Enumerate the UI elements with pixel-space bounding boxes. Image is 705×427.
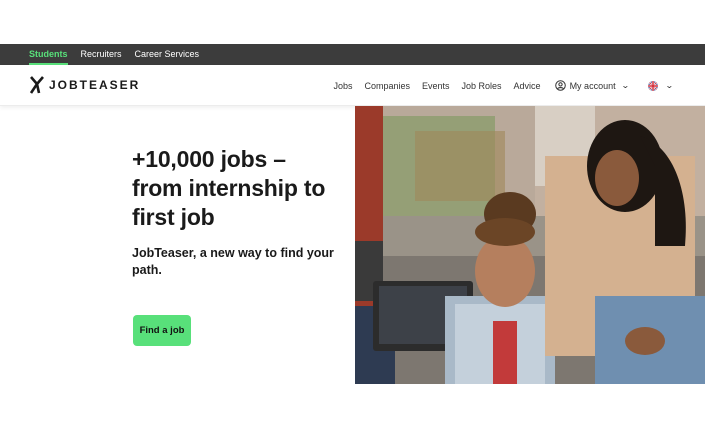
primary-nav: Jobs Companies Events Job Roles Advice M… — [333, 65, 675, 106]
nav-link-job-roles[interactable]: Job Roles — [462, 81, 502, 91]
main-header: JOBTEASER Jobs Companies Events Job Role… — [0, 65, 705, 106]
language-selector[interactable]: ⌄ — [648, 80, 675, 91]
jobteaser-logo[interactable]: JOBTEASER — [29, 75, 140, 95]
hero-title: +10,000 jobs – from internship to first … — [132, 146, 326, 230]
chevron-down-icon: ⌄ — [665, 81, 675, 90]
hero-subtitle: JobTeaser, a new way to find your path. — [132, 246, 334, 277]
nav-link-companies[interactable]: Companies — [364, 81, 410, 91]
screenshot-top-margin — [0, 0, 705, 44]
logo-wordmark: JOBTEASER — [49, 78, 141, 92]
audience-tab-recruiters[interactable]: Recruiters — [81, 44, 122, 65]
nav-link-events[interactable]: Events — [422, 81, 450, 91]
user-circle-icon — [554, 80, 566, 91]
audience-tab-career-services[interactable]: Career Services — [135, 44, 200, 65]
nav-link-jobs[interactable]: Jobs — [333, 81, 352, 91]
audience-tab-students[interactable]: Students — [29, 44, 68, 65]
my-account-label: My account — [569, 80, 616, 91]
jobteaser-logo-icon — [29, 76, 44, 94]
find-a-job-button[interactable]: Find a job — [133, 315, 191, 346]
my-account-menu[interactable]: My account ⌄ — [554, 80, 630, 91]
hero-photo — [355, 106, 705, 384]
nav-link-advice[interactable]: Advice — [514, 81, 541, 91]
audience-nav: Students Recruiters Career Services — [0, 44, 705, 65]
chevron-down-icon: ⌄ — [620, 81, 630, 90]
hero-content: +10,000 jobs – from internship to first … — [132, 145, 342, 279]
uk-flag-icon — [648, 80, 659, 91]
